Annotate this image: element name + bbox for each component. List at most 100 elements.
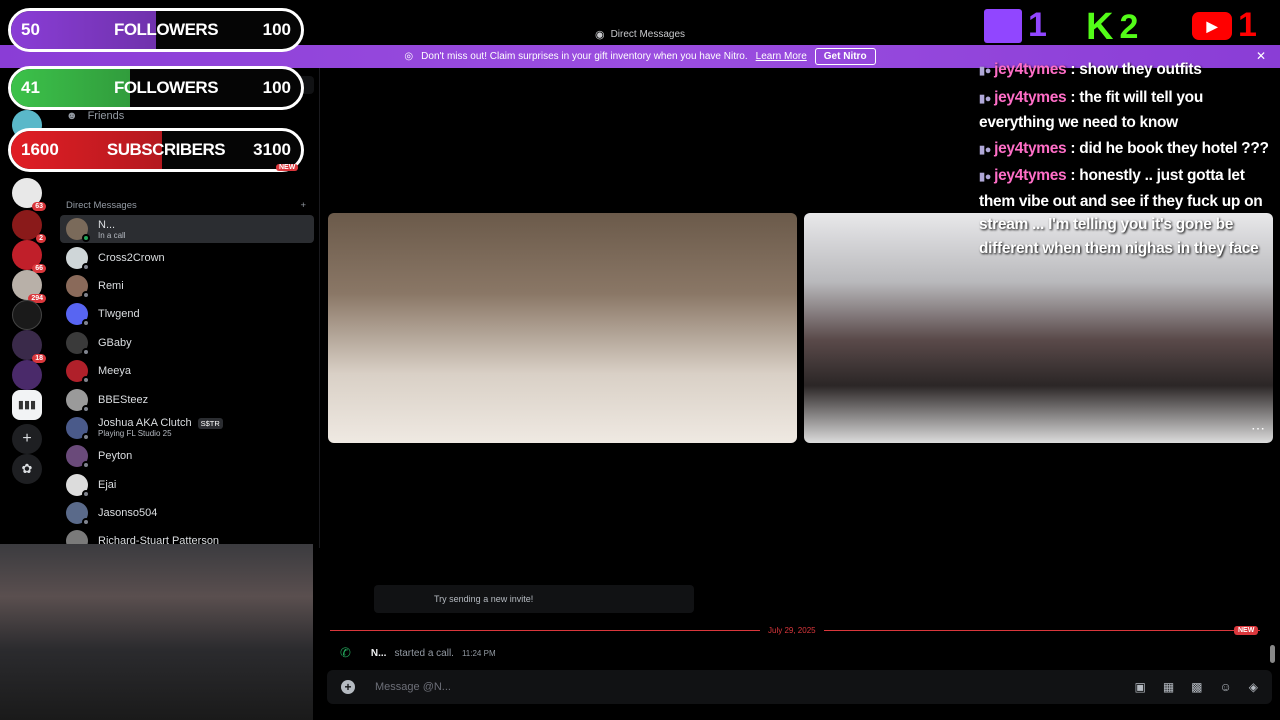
caller-name[interactable]: N... xyxy=(371,648,387,659)
goal-current: 50 xyxy=(21,20,40,39)
window-title: Direct Messages xyxy=(610,28,686,40)
status-indicator xyxy=(82,234,90,243)
dm-names: Meeya xyxy=(98,365,131,377)
kick-icon: K xyxy=(1086,6,1114,48)
learn-more-link[interactable]: Learn More xyxy=(756,51,807,62)
dm-item[interactable]: Meeya xyxy=(60,357,314,385)
new-tag: NEW xyxy=(276,164,299,171)
dm-item[interactable]: Remi xyxy=(60,272,314,300)
activity-icon[interactable]: ◈ xyxy=(1249,680,1258,694)
dm-item[interactable]: Cross2Crown xyxy=(60,243,314,271)
dm-name-row: Ejai xyxy=(98,479,116,491)
audio-server-icon[interactable]: ▮▮▮ xyxy=(12,390,42,420)
server-icon[interactable]: 18 xyxy=(12,330,46,363)
youtube-counter: ▶ 1 xyxy=(1192,6,1257,45)
get-nitro-button[interactable]: Get Nitro xyxy=(814,48,876,65)
dm-name-row: GBaby xyxy=(98,337,132,349)
kick-counter: K 2 xyxy=(1086,6,1138,49)
friends-nav[interactable]: ☻ Friends xyxy=(66,110,124,122)
goal-bar: 41 FOLLOWERS 100 xyxy=(8,66,304,110)
server-icon[interactable]: 66 xyxy=(12,240,46,273)
dm-name: Remi xyxy=(98,279,124,292)
gift-icon[interactable]: ▣ xyxy=(1134,680,1145,694)
dm-names: Cross2Crown xyxy=(98,252,165,264)
emoji-icon[interactable]: ☺ xyxy=(1220,680,1232,694)
youtube-icon: ▶ xyxy=(1192,11,1232,40)
chat-message: ▮● jey4tymes : the fit will tell you ever… xyxy=(979,86,1280,135)
server-icon[interactable] xyxy=(12,360,42,390)
sticker-icon[interactable]: ▩ xyxy=(1191,680,1202,694)
dm-name-row: Tlwgend xyxy=(98,308,140,320)
server-icon[interactable]: 2 xyxy=(12,210,46,243)
status-indicator xyxy=(82,518,90,527)
status-indicator xyxy=(82,432,90,441)
status-indicator xyxy=(82,376,90,385)
goal-target: 100 xyxy=(262,78,291,97)
add-dm-icon[interactable]: + xyxy=(300,200,306,211)
message-input[interactable] xyxy=(375,681,1075,693)
more-options-icon[interactable]: ⋯ xyxy=(1251,420,1265,437)
chat-text: : show they outfits xyxy=(1070,61,1202,78)
avatar xyxy=(66,445,90,470)
attach-plus-icon[interactable]: + xyxy=(341,680,355,694)
dm-names: Jasonso504 xyxy=(98,507,157,519)
goal-current: 41 xyxy=(21,78,40,97)
mention-badge: 63 xyxy=(32,202,46,211)
call-timestamp: 11:24 PM xyxy=(461,648,496,658)
dm-name-row: Jasonso504 xyxy=(98,507,157,519)
nitro-banner-text: Don't miss out! Claim surprises in your … xyxy=(421,51,748,62)
dm-names: Joshua AKA Clutch S$TR Playing FL Studio 2… xyxy=(98,417,223,438)
kick-count: 2 xyxy=(1119,8,1139,46)
goal-current: 1600 xyxy=(21,140,59,159)
dm-item[interactable]: GBaby xyxy=(60,329,314,357)
dm-name-row: Cross2Crown xyxy=(98,252,165,264)
scrollbar[interactable] xyxy=(1270,645,1275,663)
phone-icon: ✆ xyxy=(340,645,351,660)
dm-item[interactable]: Jasonso504 xyxy=(60,499,314,527)
goal-target: 3100 xyxy=(253,140,291,159)
dm-names: BBESteez xyxy=(98,394,148,406)
badge-icon: ▮● xyxy=(979,92,992,105)
avatar xyxy=(66,274,90,299)
chat-username: jey4tymes xyxy=(994,61,1067,78)
dm-name: N... xyxy=(98,218,116,231)
dm-name: Meeya xyxy=(98,365,132,378)
avatar xyxy=(66,331,90,356)
twitch-count: 1 xyxy=(1028,6,1047,44)
dm-names: Ejai xyxy=(98,479,116,491)
video-tile-remote[interactable] xyxy=(328,213,797,443)
avatar xyxy=(66,502,90,527)
dm-name-row: Remi xyxy=(98,280,124,292)
dm-item[interactable]: Ejai xyxy=(60,471,314,499)
dm-status-text: In a call xyxy=(98,230,126,240)
server-icon[interactable]: 294 xyxy=(12,270,46,303)
dm-name: Ejai xyxy=(98,478,117,491)
dm-item[interactable]: Joshua AKA Clutch S$TR Playing FL Studio 2… xyxy=(60,414,314,442)
status-indicator xyxy=(82,347,90,356)
server-icon[interactable] xyxy=(12,300,42,330)
dm-name: Joshua AKA Clutch xyxy=(98,417,192,430)
dm-name: Peyton xyxy=(98,450,133,463)
streamer-webcam xyxy=(0,544,313,720)
server-icon[interactable]: 63 xyxy=(12,178,46,211)
dm-item[interactable]: BBESteez xyxy=(60,385,314,413)
badge-icon: ▮● xyxy=(979,65,992,77)
avatar xyxy=(66,388,90,413)
add-server-icon[interactable]: + xyxy=(12,424,42,454)
dm-item[interactable]: N... In a call xyxy=(60,215,314,244)
gif-icon[interactable]: ▦ xyxy=(1163,680,1174,694)
mention-badge: 2 xyxy=(36,234,46,243)
dm-status-text: Playing FL Studio 25 xyxy=(98,429,172,439)
avatar xyxy=(66,360,90,385)
dm-header: Direct Messages + xyxy=(66,200,306,211)
dm-name: BBESteez xyxy=(98,393,149,406)
dm-name-row: N... xyxy=(98,219,126,231)
dm-item[interactable]: Peyton xyxy=(60,442,314,470)
status-indicator xyxy=(82,404,90,413)
dm-item[interactable]: Tlwgend xyxy=(60,300,314,328)
stream-chat-overlay: ▮● jey4tymes : show they outfits ▮● jey4tym… xyxy=(979,58,1280,262)
status-indicator xyxy=(82,461,90,470)
explore-icon[interactable]: ✿ xyxy=(12,454,42,484)
goal-bar: 50 FOLLOWERS 100 xyxy=(8,8,304,52)
goal-label: SUBSCRIBERS xyxy=(106,140,226,159)
